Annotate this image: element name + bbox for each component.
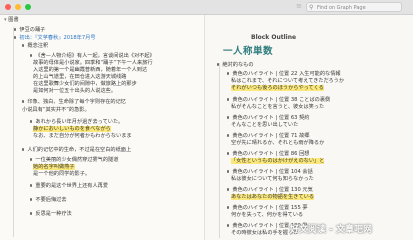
outline-item: 私がそんなことを言うと、彼女は笑った: [231, 104, 325, 110]
block-outline-panel: Block Outline 一人称単数 絶対的なもの 黄色のハイライト | 位置…: [205, 15, 413, 240]
outline-heading[interactable]: 一人称単数: [223, 43, 273, 57]
page-title: 图書: [8, 17, 19, 23]
sidebar-toggle-icon[interactable]: ≡: [296, 2, 302, 10]
outline-item: 私は彼女について何も知らなかった: [231, 176, 314, 182]
search-icon: ⚲: [309, 4, 314, 11]
outline-item: 私はこれまで、それについて考えてきただろうか: [231, 78, 345, 84]
list-item[interactable]: 不要后悔过去: [30, 197, 67, 204]
outline-item[interactable]: 黄色のハイライト | 位置 130 元気: [227, 187, 313, 194]
outline-item[interactable]: 黄色のハイライト | 位置 63 契約: [227, 115, 309, 122]
list-item[interactable]: 反思是一种疗法: [30, 211, 72, 218]
watermark: 好文阅读 - 文章吧网: [290, 225, 373, 235]
list-item: 是一个他的同学的影子。: [33, 171, 91, 177]
close-window-button[interactable]: [5, 4, 11, 10]
app-window: ≡ ⚲ Find on Graph Page ▾ 图書 伊豆の踊子 初出：『文苸…: [0, 0, 413, 240]
search-placeholder: Find on Graph Page: [317, 5, 366, 11]
main-page-panel: ▾ 图書 伊豆の踊子 初出：『文苸春秋』2018年7月号 概念注釈 《舍—人物介…: [0, 15, 205, 240]
outline-item[interactable]: 黄色のハイライト | 位置 38 ことばの裏側: [227, 97, 330, 104]
list-item: 小说具有“其实并不”的急影。: [22, 107, 90, 113]
minimize-window-button[interactable]: [15, 4, 21, 10]
list-item: なお、まだ自分が何者かもわからないまま: [33, 133, 132, 139]
page-title-row[interactable]: ▾ 图書: [4, 17, 19, 24]
list-item[interactable]: 印象、独白、生命除了每个字则存在的记忆: [22, 99, 126, 106]
outline-item: 空が先に晴れるか、それとも雨が降るか: [231, 140, 325, 146]
list-item: 的上山气道里，在田仓进入这游天城线路: [33, 74, 127, 80]
list-item: 入这里的第一个是幽霞普新西，随着年一个人到达: [33, 67, 148, 73]
outline-item: そんなことを思い出していた: [231, 122, 299, 128]
panel-title: Block Outline: [251, 34, 297, 41]
outline-item[interactable]: 黄色のハイライト | 位置 86 回想: [227, 151, 309, 158]
list-item[interactable]: 《舍—人物介绍》有人一起，言谈间说出《对不起》: [30, 53, 155, 60]
outline-item: 何かを失って、何かを得ている: [231, 212, 304, 218]
list-item: 在这里歌舞少女们的间隙中，做旅路上的那步: [33, 81, 137, 87]
list-item[interactable]: 概念注釈: [22, 43, 48, 50]
list-item[interactable]: 重要的是这个世界上还有人再爱: [30, 183, 108, 190]
list-item[interactable]: 伊豆の踊子: [14, 27, 45, 34]
title-bar: ≡ ⚲ Find on Graph Page: [0, 0, 413, 15]
list-item[interactable]: 一位美丽的少女偶然穿过雾气的隧道: [30, 157, 118, 164]
outline-item[interactable]: 黄色のハイライト | 位置 104 会話: [227, 169, 313, 176]
outline-item[interactable]: 黄色のハイライト | 位置 155 夢: [227, 205, 308, 212]
outline-item: あなたはあなたの物語を生きている: [231, 194, 315, 200]
list-item: 她的名字叫做燕子: [33, 164, 75, 170]
list-item[interactable]: 初出：『文苸春秋』2018年7月号: [14, 35, 96, 42]
maximize-window-button[interactable]: [25, 4, 31, 10]
list-item: 是如何对一位五十出头的人说这些。: [33, 88, 117, 94]
outline-item: それがいつも後ろのほうからやってくる: [231, 85, 324, 91]
outline-item[interactable]: 黄色のハイライト | 位置 71 故郷: [227, 133, 309, 140]
list-item: 故事的母体是小说家。四季和“踊子”下午一人来旅行: [33, 60, 153, 66]
outline-item[interactable]: 絶対的なもの: [217, 62, 254, 69]
search-input[interactable]: ⚲ Find on Graph Page: [306, 2, 402, 12]
list-item[interactable]: あれから長い年月が過ぎ去っていた。: [30, 119, 123, 126]
outline-item[interactable]: 黄色のハイライト | 位置 22 入生可能的な情報: [227, 71, 341, 78]
outline-item: その時彼女は私の手を握った: [231, 230, 299, 236]
list-item: 静かにおいしいものを食べながら: [33, 126, 111, 132]
list-item[interactable]: 人们的记忆中的生命，不过是在空白的纸面上: [22, 147, 131, 154]
outline-item: 「女性というものはかけがえのない」と: [231, 158, 325, 164]
